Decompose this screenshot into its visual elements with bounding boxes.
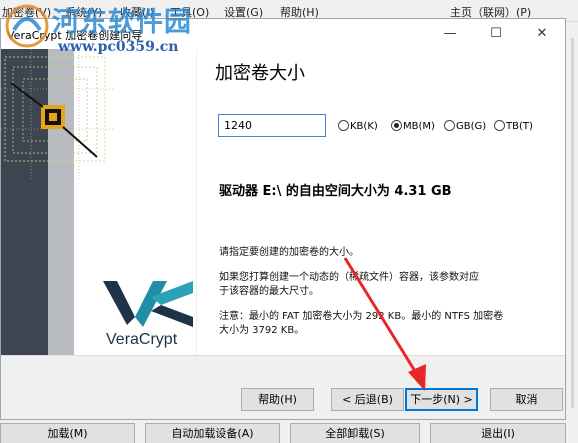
radio-indicator-selected	[391, 120, 402, 131]
watermark-site-name: 河东软件园	[52, 7, 192, 38]
unit-radio-tb[interactable]: TB(T)	[494, 120, 533, 132]
radio-indicator	[494, 120, 505, 131]
auto-mount-button[interactable]: 自动加载设备(A)	[145, 423, 280, 443]
radio-indicator	[338, 120, 349, 131]
unit-label-gb: GB(G)	[456, 121, 487, 132]
veracrypt-logo-icon	[103, 281, 193, 327]
unit-radio-mb[interactable]: MB(M)	[391, 120, 435, 132]
maximize-icon[interactable]: ☐	[473, 19, 519, 49]
unit-label-tb: TB(T)	[506, 121, 533, 132]
main-scrollbar	[571, 38, 574, 408]
close-icon[interactable]: ✕	[519, 19, 565, 49]
next-button[interactable]: 下一步(N) >	[405, 388, 478, 411]
volume-creation-wizard: VeraCrypt 加密卷创建向导 — ☐ ✕ VeraCrypt 加密卷大小 …	[0, 18, 566, 420]
unit-label-mb: MB(M)	[403, 121, 435, 132]
unit-radio-kb[interactable]: KB(K)	[338, 120, 378, 132]
button-separator	[1, 355, 565, 356]
page-title: 加密卷大小	[215, 63, 305, 84]
hint-dynamic-line2: 于该容器的最大尺寸。	[219, 286, 319, 297]
main-button-bar: 加载(M) 自动加载设备(A) 全部卸载(S) 退出(I)	[0, 420, 578, 443]
minimize-icon[interactable]: —	[427, 19, 473, 49]
hint-specify-size: 请指定要创建的加密卷的大小。	[219, 247, 359, 258]
back-button[interactable]: < 后退(B)	[331, 388, 404, 411]
wizard-banner: VeraCrypt	[1, 49, 196, 355]
hint-minimum-line1: 注意：最小的 FAT 加密卷大小为 292 KB。最小的 NTFS 加密卷	[219, 311, 504, 322]
brand-name: VeraCrypt	[106, 331, 178, 348]
radio-indicator	[444, 120, 455, 131]
help-button[interactable]: 帮助(H)	[241, 388, 314, 411]
mount-button[interactable]: 加载(M)	[0, 423, 135, 443]
circuit-chip-graphic	[1, 49, 113, 181]
exit-button[interactable]: 退出(I)	[430, 423, 566, 443]
dismount-all-button[interactable]: 全部卸载(S)	[290, 423, 420, 443]
unit-radio-gb[interactable]: GB(G)	[444, 120, 486, 132]
hint-minimum-line2: 大小为 3792 KB。	[219, 325, 305, 336]
wizard-content: 加密卷大小 1240 KB(K) MB(M) GB(G) TB(T) 驱动器 E…	[197, 49, 565, 355]
watermark-logo-icon	[5, 4, 49, 48]
hint-dynamic-line1: 如果您打算创建一个动态的（稀疏文件）容器，该参数对应	[219, 272, 479, 283]
free-space-label: 驱动器 E:\ 的自由空间大小为 4.31 GB	[219, 184, 452, 199]
volume-size-input[interactable]: 1240	[218, 114, 326, 137]
watermark-url: www.pc0359.cn	[58, 39, 179, 55]
main-window-edge	[566, 22, 578, 420]
unit-label-kb: KB(K)	[350, 121, 378, 132]
cancel-button[interactable]: 取消	[490, 388, 563, 411]
